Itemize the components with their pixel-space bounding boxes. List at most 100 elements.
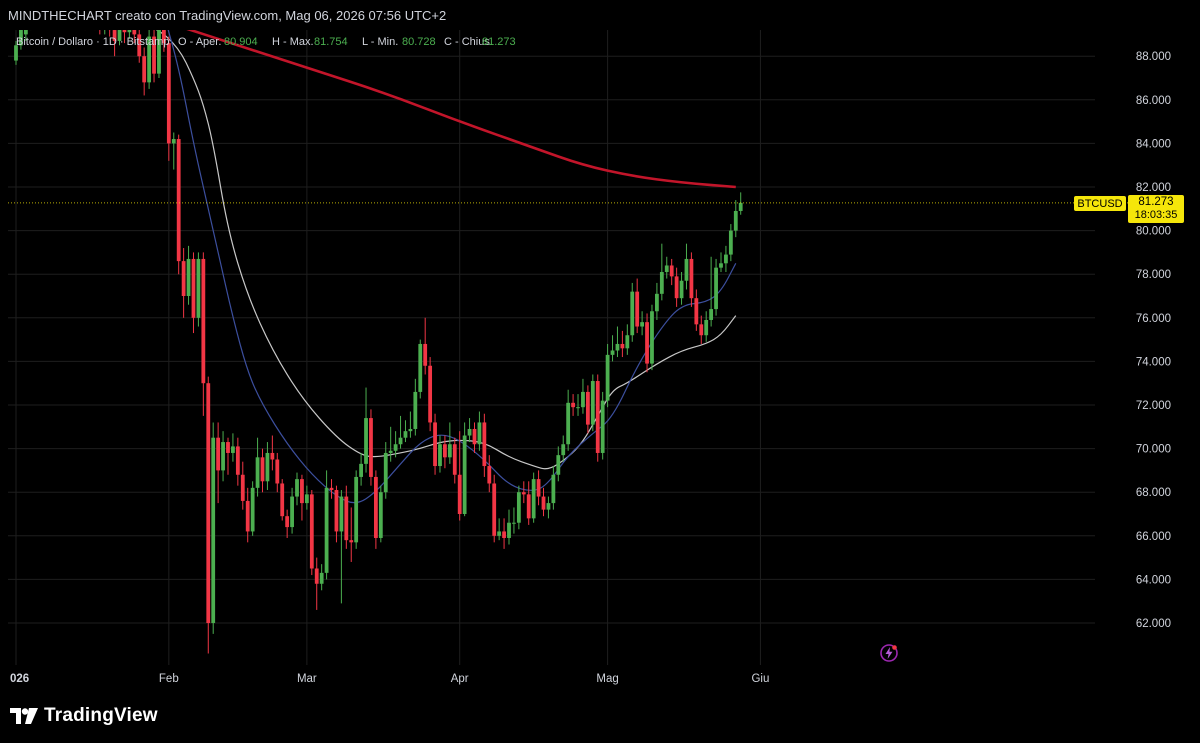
candle [694, 289, 699, 331]
candle [383, 442, 388, 499]
candle [462, 422, 467, 517]
candle-body [201, 258, 206, 384]
candle-body [605, 354, 610, 401]
x-tick-label: Mag [596, 673, 618, 685]
candle [590, 374, 595, 432]
candle-body [29, 17, 33, 24]
y-tick-label: 64.000 [1136, 574, 1171, 586]
candle-body [477, 422, 482, 445]
candle [359, 452, 363, 486]
candle [536, 470, 541, 506]
candle-body [655, 293, 659, 312]
candle [630, 282, 635, 342]
legend-high-label: H - Max. [272, 36, 314, 48]
candle [329, 479, 334, 499]
candle-body [452, 444, 457, 475]
candle-body [54, 13, 58, 17]
candle [447, 422, 452, 464]
candle [285, 509, 290, 538]
tradingview-logo[interactable]: TradingView [10, 705, 158, 727]
candle [738, 192, 743, 215]
candle-body [196, 258, 201, 318]
candle [526, 481, 531, 525]
candle [309, 490, 314, 576]
candle-body [541, 496, 546, 510]
candle-body [285, 516, 290, 528]
candle [664, 256, 669, 279]
candle [674, 267, 679, 307]
candle-body [645, 322, 649, 364]
candle-body [103, 26, 107, 28]
candle-body [309, 494, 314, 569]
candle [44, 6, 48, 23]
candle-body [590, 381, 595, 425]
y-tick-label: 84.000 [1136, 138, 1171, 150]
candle-body [186, 258, 191, 296]
candle [369, 409, 373, 486]
candle [245, 487, 250, 543]
candle-body [127, 30, 132, 33]
candle-body [181, 261, 186, 296]
candle-body [694, 298, 699, 325]
candle-body [502, 531, 506, 538]
candle [423, 317, 428, 375]
candle [684, 243, 689, 290]
candle-body [512, 522, 516, 524]
candle [704, 311, 709, 342]
y-tick-label: 88.000 [1136, 51, 1171, 63]
candle-body [339, 496, 344, 532]
candle-body [132, 30, 137, 35]
candle-body [324, 487, 329, 573]
candle-body [640, 322, 645, 327]
candle-body [107, 30, 112, 31]
candle [679, 272, 684, 305]
candle-body [526, 494, 531, 519]
chart-canvas[interactable]: Bitcoin / Dollaro · 1D · Bitstamp O - Ap… [0, 0, 1200, 743]
candles [14, 6, 743, 654]
legend-low-value: 80.728 [402, 36, 436, 48]
candle-body [378, 492, 383, 538]
y-tick-label: 80.000 [1136, 226, 1171, 238]
candle-body [600, 400, 605, 453]
candle-body [595, 381, 600, 453]
candle [428, 357, 433, 432]
candle-body [275, 459, 280, 484]
candle-body [383, 452, 388, 493]
candle [265, 442, 270, 491]
candle-body [699, 324, 704, 336]
candle-body [507, 522, 511, 538]
candle [176, 134, 181, 275]
candle [54, 8, 58, 23]
candle-body [556, 455, 561, 475]
candle-body [403, 431, 408, 438]
last-price-value: 81.273 [1138, 196, 1174, 208]
y-tick-label: 70.000 [1136, 444, 1171, 456]
candle-body [684, 258, 689, 281]
candle-body [58, 17, 62, 21]
candle [250, 481, 255, 536]
candle-body [585, 391, 590, 425]
candle [378, 485, 383, 543]
candle [595, 374, 600, 462]
candle-body [733, 210, 738, 231]
candle-body [719, 263, 723, 268]
x-tick-label: Giu [751, 673, 769, 685]
candle-body [49, 13, 53, 17]
candle [571, 394, 575, 416]
candle [344, 485, 349, 549]
lightning-alert-icon[interactable] [879, 643, 899, 663]
candle-body [497, 531, 502, 536]
footer [0, 690, 1200, 743]
candle [556, 446, 561, 482]
candle-body [709, 309, 714, 320]
candle [408, 411, 413, 438]
candle [620, 330, 625, 358]
y-tick-label: 66.000 [1136, 531, 1171, 543]
candle-body [467, 428, 472, 436]
candle-body [472, 428, 477, 445]
candle-body [93, 19, 97, 23]
candle [270, 435, 275, 471]
x-tick-label: Feb [159, 673, 179, 685]
candle [314, 557, 319, 610]
candle [457, 431, 462, 521]
